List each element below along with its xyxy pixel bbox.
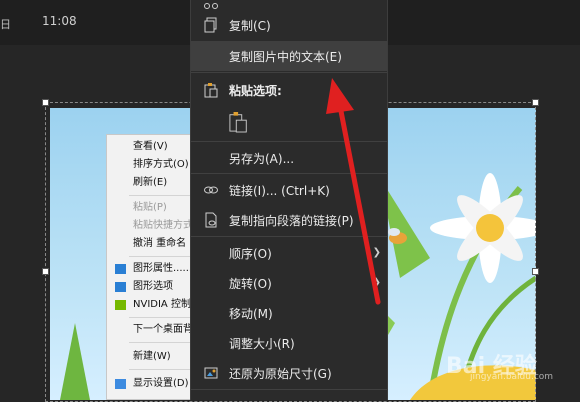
desktop-menu-separator <box>129 317 191 318</box>
desktop-menu-undo-rename: 撤消 重命名 <box>133 238 187 249</box>
resize-handle-top-left[interactable] <box>42 99 49 106</box>
nvidia-icon <box>115 300 126 310</box>
intel-graphics-icon <box>115 282 126 292</box>
desktop-menu-display-settings: 显示设置(D) <box>107 375 191 393</box>
menu-item-label: 链接(I)... (Ctrl+K) <box>229 184 330 198</box>
menu-separator <box>191 389 387 390</box>
menu-item-label: 旋转(O) <box>229 277 272 291</box>
paste-keep-source-icon <box>229 112 247 133</box>
watermark-url: jingyan.baidu.com <box>470 372 554 382</box>
menu-item-label: 还原为原始尺寸(G) <box>229 367 332 381</box>
desktop-menu-label: 图形属性...... <box>133 263 192 274</box>
menu-section-label: 粘贴选项: <box>229 84 282 98</box>
time-label: 11:08 <box>42 14 77 28</box>
desktop-context-menu-screenshot: 查看(V) 排序方式(O) 刷新(E) 粘贴(P) 粘贴快捷方式 撤消 重命名 … <box>106 134 192 400</box>
resize-handle-middle-left[interactable] <box>42 268 49 275</box>
desktop-menu-nvidia: NVIDIA 控制 <box>107 296 191 314</box>
desktop-menu-view: 查看(V) <box>133 141 168 152</box>
day-label: 日 <box>0 18 11 31</box>
copy-icon <box>204 17 217 33</box>
desktop-menu-label: NVIDIA 控制 <box>133 299 191 310</box>
display-icon <box>115 379 126 389</box>
document-link-icon <box>205 212 217 228</box>
intel-graphics-icon <box>115 264 126 274</box>
reset-picture-icon <box>204 367 218 379</box>
desktop-menu-separator <box>129 342 191 343</box>
desktop-menu-new: 新建(W) <box>133 351 171 362</box>
desktop-menu-label: 图形选项 <box>133 281 173 292</box>
menu-item-label: 调整大小(R) <box>229 337 295 351</box>
desktop-menu-label: 显示设置(D) <box>133 378 189 389</box>
menu-item-copy[interactable]: 复制(C) <box>191 10 387 40</box>
resize-handle-middle-right[interactable] <box>532 268 539 275</box>
menu-item-copy-text-from-picture[interactable]: 复制图片中的文本(E) <box>191 41 387 71</box>
menu-item-label: 复制(C) <box>229 19 271 33</box>
desktop-menu-separator <box>129 369 191 370</box>
menu-item-label: 复制图片中的文本(E) <box>229 50 342 64</box>
desktop-menu-graphics-properties: 图形属性...... <box>107 260 191 278</box>
menu-item-reset-size[interactable]: 还原为原始尺寸(G) <box>191 358 387 388</box>
desktop-menu-sort: 排序方式(O) <box>133 159 189 170</box>
desktop-menu-paste: 粘贴(P) <box>133 202 167 213</box>
menu-item-label: 移动(M) <box>229 307 273 321</box>
menu-item-label: 顺序(O) <box>229 247 272 261</box>
resize-handle-top-right[interactable] <box>532 99 539 106</box>
desktop-menu-refresh: 刷新(E) <box>133 177 168 188</box>
desktop-menu-separator <box>129 256 191 257</box>
scissors-icon <box>204 3 218 9</box>
desktop-menu-paste-shortcut: 粘贴快捷方式 <box>133 220 192 231</box>
menu-item-resize[interactable]: 调整大小(R) <box>191 328 387 358</box>
desktop-menu-separator <box>129 195 191 196</box>
desktop-menu-graphics-options: 图形选项 <box>107 278 191 296</box>
menu-item-label: 另存为(A)... <box>229 152 295 166</box>
paste-icon <box>204 83 218 98</box>
desktop-menu-next-background: 下一个桌面背 <box>133 324 192 335</box>
link-icon <box>204 186 218 194</box>
red-annotation-arrow <box>326 78 381 305</box>
